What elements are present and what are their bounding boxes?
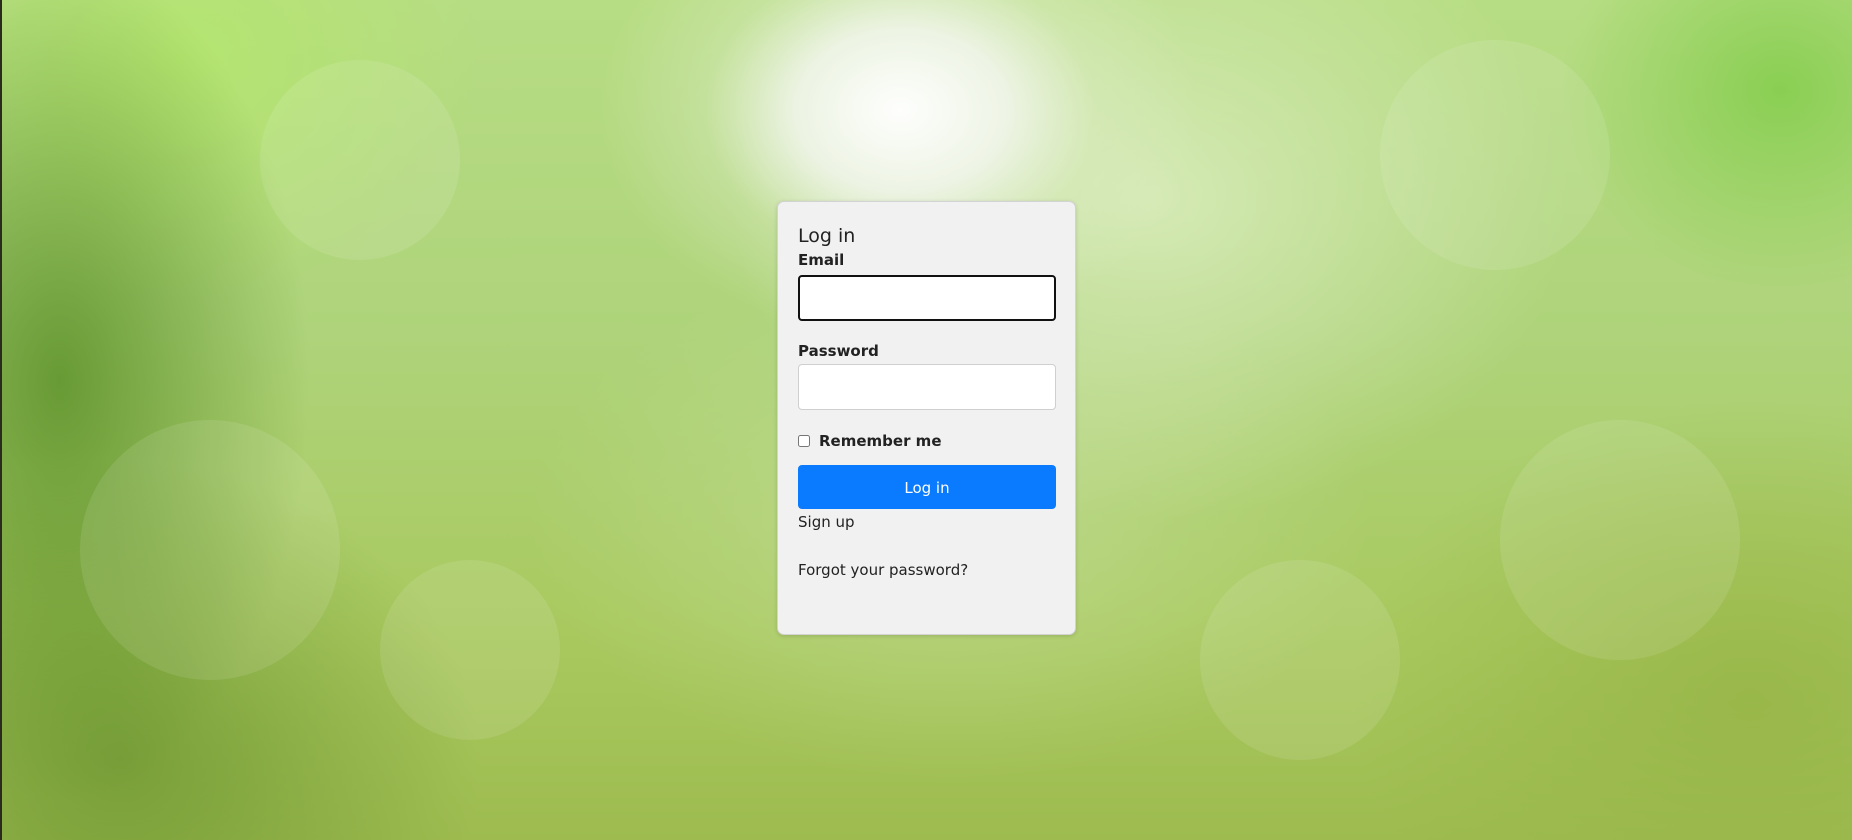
password-label: Password xyxy=(798,342,879,360)
login-button[interactable]: Log in xyxy=(798,465,1056,509)
sign-up-link[interactable]: Sign up xyxy=(798,513,1055,531)
email-field[interactable] xyxy=(798,275,1056,321)
bokeh-highlight xyxy=(80,420,340,680)
forgot-password-link[interactable]: Forgot your password? xyxy=(798,561,1055,579)
bokeh-highlight xyxy=(1500,420,1740,660)
bokeh-highlight xyxy=(260,60,460,260)
window-edge xyxy=(0,0,2,840)
password-field[interactable] xyxy=(798,364,1056,410)
remember-me-label[interactable]: Remember me xyxy=(819,432,942,450)
remember-me-row: Remember me xyxy=(798,432,1055,450)
email-label: Email xyxy=(798,251,845,269)
remember-me-checkbox[interactable] xyxy=(798,435,810,447)
bokeh-highlight xyxy=(1380,40,1610,270)
login-card: Log in Email Password Remember me Log in… xyxy=(777,201,1076,635)
bokeh-highlight xyxy=(380,560,560,740)
login-title: Log in xyxy=(798,225,856,247)
bokeh-highlight xyxy=(1200,560,1400,760)
